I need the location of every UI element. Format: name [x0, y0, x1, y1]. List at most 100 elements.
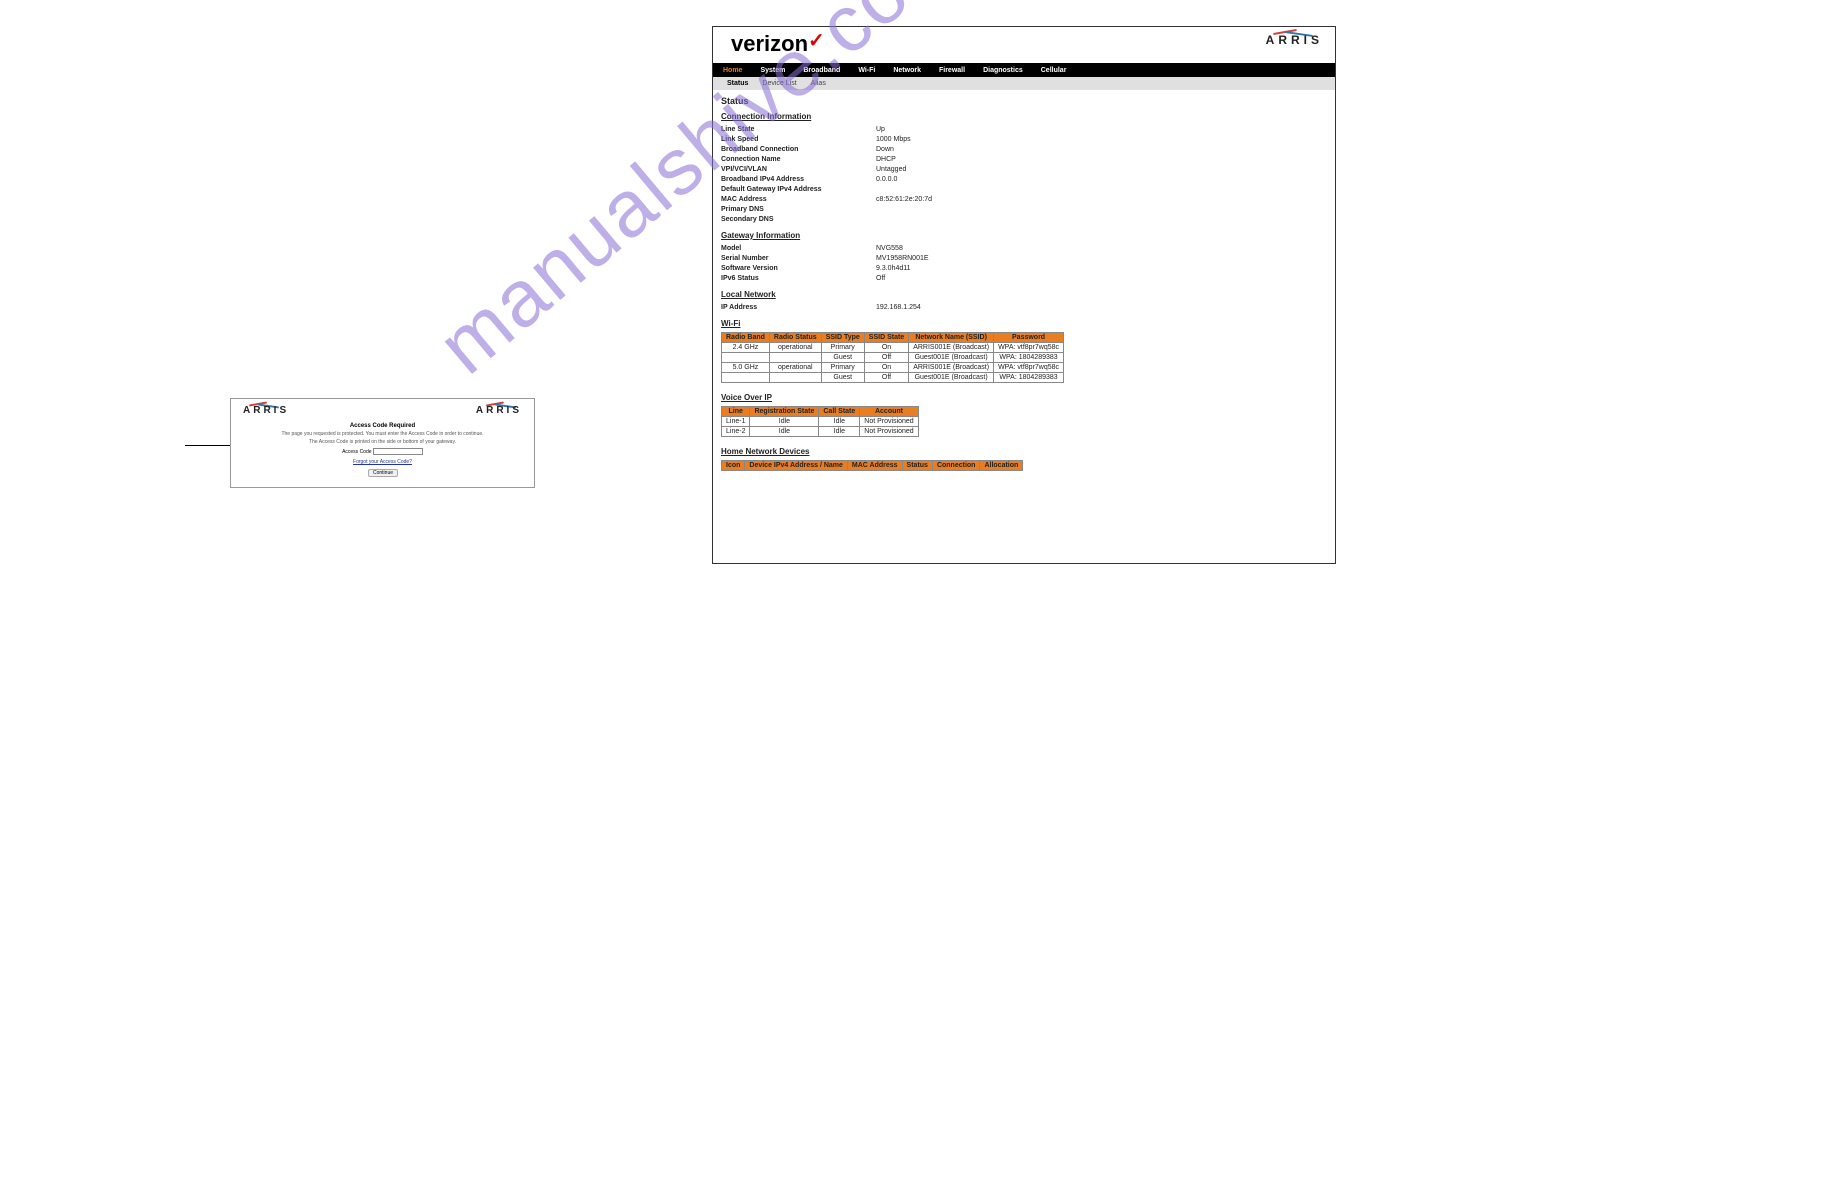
voip-table-cell: Not Provisioned [860, 427, 918, 437]
home-network-devices-table: IconDevice IPv4 Address / NameMAC Addres… [721, 460, 1023, 471]
local-network-value: 192.168.1.254 [876, 303, 921, 313]
wifi-table-header: Password [994, 333, 1064, 343]
wifi-table-cell: operational [769, 343, 821, 353]
voip-table-row: Line-1IdleIdleNot Provisioned [722, 417, 919, 427]
nav-home[interactable]: Home [723, 67, 742, 74]
subnav-alias[interactable]: Alias [811, 80, 826, 87]
nav-system[interactable]: System [760, 67, 785, 74]
connection-info-key: MAC Address [721, 195, 876, 205]
forgot-access-code-link[interactable]: Forgot your Access Code? [231, 459, 534, 465]
access-code-desc-1: The page you requested is protected. You… [231, 431, 534, 437]
gateway-info-row: IPv6 StatusOff [721, 274, 1327, 284]
connection-info-value: Down [876, 145, 894, 155]
connection-info-row: Line StateUp [721, 125, 1327, 135]
nav-network[interactable]: Network [893, 67, 921, 74]
local-network-key: IP Address [721, 303, 876, 313]
wifi-table-cell [722, 353, 770, 363]
gateway-info-value: NVG558 [876, 244, 903, 254]
arris-logo: ARRIS [1266, 33, 1323, 47]
connection-info-key: Line State [721, 125, 876, 135]
nav-firewall[interactable]: Firewall [939, 67, 965, 74]
sub-nav: Status Device List Alias [713, 77, 1335, 90]
voip-table-cell: Idle [750, 427, 819, 437]
wifi-table-row: 5.0 GHzoperationalPrimaryOnARRIS001E (Br… [722, 363, 1064, 373]
voip-heading: Voice Over IP [721, 393, 1327, 402]
wifi-table-cell: Guest001E (Broadcast) [909, 373, 994, 383]
page-body: Status Connection Information Line State… [713, 90, 1335, 479]
wifi-table-header: Network Name (SSID) [909, 333, 994, 343]
gateway-status-page: verizon✓ ARRIS Home System Broadband Wi-… [712, 26, 1336, 564]
wifi-table-cell: On [864, 343, 908, 353]
wifi-table-cell: ARRIS001E (Broadcast) [909, 343, 994, 353]
wifi-table-cell: 5.0 GHz [722, 363, 770, 373]
connection-info-row: Broadband IPv4 Address0.0.0.0 [721, 175, 1327, 185]
hnd-table-header: Allocation [980, 461, 1023, 471]
hnd-table-header: Device IPv4 Address / Name [745, 461, 848, 471]
gateway-info-key: IPv6 Status [721, 274, 876, 284]
wifi-table: Radio BandRadio StatusSSID TypeSSID Stat… [721, 332, 1064, 383]
connection-info-key: Broadband IPv4 Address [721, 175, 876, 185]
wifi-table-cell: WPA: vtf8pr7wq58c [994, 343, 1064, 353]
nav-diagnostics[interactable]: Diagnostics [983, 67, 1023, 74]
gateway-info-row: ModelNVG558 [721, 244, 1327, 254]
connection-info-row: VPI/VCI/VLANUntagged [721, 165, 1327, 175]
voip-table-cell: Line-2 [722, 427, 750, 437]
wifi-table-cell: Primary [821, 363, 864, 373]
connection-info-row: Link Speed1000 Mbps [721, 135, 1327, 145]
local-network-row: IP Address192.168.1.254 [721, 303, 1327, 313]
connection-info-row: Connection NameDHCP [721, 155, 1327, 165]
wifi-table-row: GuestOffGuest001E (Broadcast)WPA: 180428… [722, 373, 1064, 383]
gateway-info-value: Off [876, 274, 885, 284]
nav-wifi[interactable]: Wi-Fi [858, 67, 875, 74]
connection-info-row: Default Gateway IPv4 Address [721, 185, 1327, 195]
access-code-input[interactable] [373, 448, 423, 455]
wifi-table-header: Radio Band [722, 333, 770, 343]
voip-table-header: Registration State [750, 407, 819, 417]
connection-info-key: Secondary DNS [721, 215, 876, 225]
wifi-table-header: SSID Type [821, 333, 864, 343]
gateway-info-value: 9.3.0h4d11 [876, 264, 911, 274]
access-code-dialog: ARRIS ARRIS Access Code Required The pag… [230, 398, 535, 488]
connection-info-key: Primary DNS [721, 205, 876, 215]
wifi-table-header: Radio Status [769, 333, 821, 343]
connection-info-row: Secondary DNS [721, 215, 1327, 225]
wifi-table-cell: Guest [821, 373, 864, 383]
local-network-heading: Local Network [721, 290, 1327, 299]
connection-info-value: c8:52:61:2e:20:7d [876, 195, 932, 205]
arris-logo-right: ARRIS [476, 405, 522, 416]
connection-info-value: Untagged [876, 165, 906, 175]
wifi-table-cell: Guest001E (Broadcast) [909, 353, 994, 363]
wifi-table-cell: Guest [821, 353, 864, 363]
wifi-table-cell: WPA: 1804289383 [994, 373, 1064, 383]
continue-button[interactable]: Continue [368, 469, 398, 477]
voip-table-cell: Idle [819, 417, 860, 427]
wifi-table-header: SSID State [864, 333, 908, 343]
gateway-info-value: MV1958RN001E [876, 254, 929, 264]
page-title: Status [721, 96, 1327, 106]
wifi-table-cell [769, 353, 821, 363]
voip-table-cell: Line-1 [722, 417, 750, 427]
hnd-table-header: MAC Address [847, 461, 902, 471]
hnd-table-header: Status [902, 461, 932, 471]
subnav-device-list[interactable]: Device List [762, 80, 796, 87]
subnav-status[interactable]: Status [727, 80, 748, 87]
access-code-title: Access Code Required [231, 423, 534, 429]
connection-info-value: DHCP [876, 155, 896, 165]
wifi-table-cell: Off [864, 353, 908, 363]
nav-cellular[interactable]: Cellular [1041, 67, 1067, 74]
connection-info-value: Up [876, 125, 885, 135]
wifi-table-cell [722, 373, 770, 383]
connection-info-key: Link Speed [721, 135, 876, 145]
connection-info-key: Broadband Connection [721, 145, 876, 155]
nav-broadband[interactable]: Broadband [803, 67, 840, 74]
gateway-info-key: Software Version [721, 264, 876, 274]
voip-table-header: Account [860, 407, 918, 417]
gateway-info-key: Model [721, 244, 876, 254]
home-network-devices-heading: Home Network Devices [721, 447, 1327, 456]
connection-info-row: MAC Addressc8:52:61:2e:20:7d [721, 195, 1327, 205]
gateway-info-key: Serial Number [721, 254, 876, 264]
voip-table-cell: Not Provisioned [860, 417, 918, 427]
wifi-table-cell: 2.4 GHz [722, 343, 770, 353]
wifi-table-cell: WPA: vtf8pr7wq58c [994, 363, 1064, 373]
verizon-logo: verizon✓ [731, 31, 825, 56]
